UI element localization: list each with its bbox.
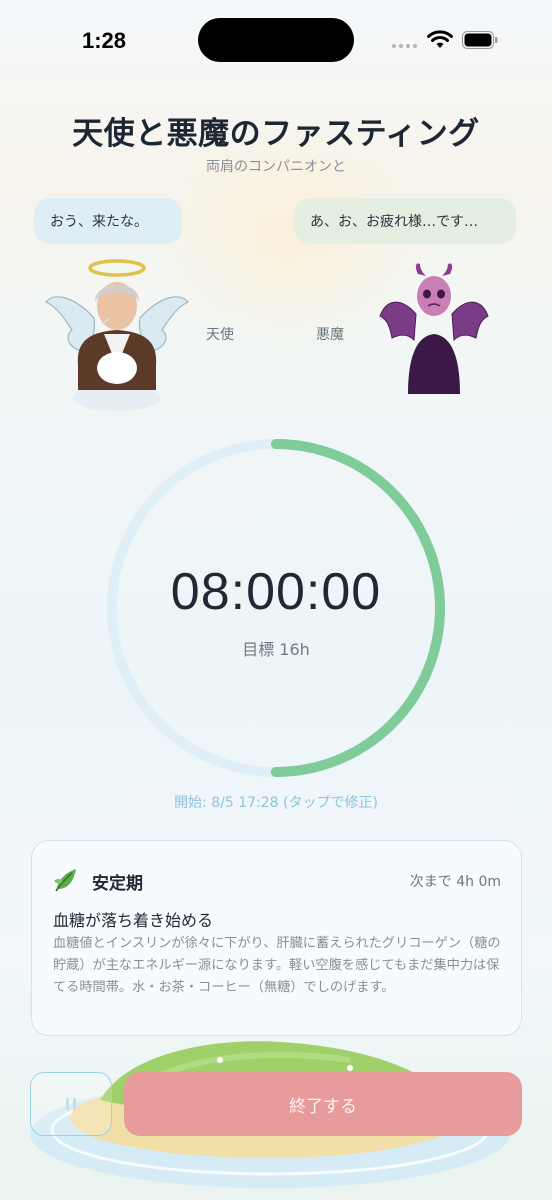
pause-button[interactable] [30,1072,112,1136]
battery-icon [462,31,498,49]
dynamic-island [198,18,354,62]
pause-icon [66,1098,76,1110]
status-time: 1:28 [82,28,127,53]
phase-description: 血糖値とインスリンが徐々に下がり、肝臓に蓄えられたグリコーゲン（糖の貯蔵）が主な… [53,936,501,995]
angel-speech-bubble: おう、来たな。 [34,198,182,244]
wifi-icon [427,30,453,48]
cellular-signal-icon [392,44,417,48]
phase-heading: 血糖が落ち着き始める [53,911,214,930]
leaf-icon [54,869,76,892]
phase-remaining: 次まで 4h 0m [409,874,501,890]
angel-label: 天使 [206,327,234,343]
status-bar: 1:28 [0,0,552,80]
page-title: 天使と悪魔のファスティング [72,116,480,152]
elapsed-time: 08:00:00 [170,563,382,621]
goal-label: 目標 16h [242,640,310,659]
end-fasting-button[interactable]: 終了する [124,1072,522,1136]
devil-label: 悪魔 [316,327,344,343]
devil-character-icon[interactable] [378,262,490,402]
page-subtitle: 両肩のコンパニオンと [206,159,346,175]
angel-character-icon[interactable] [44,256,190,414]
phase-name: 安定期 [92,874,143,894]
devil-speech-bubble: あ、お、お疲れ様…です… [294,198,516,244]
start-time-link[interactable]: 開始: 8/5 17:28 (タップで修正) [0,792,552,812]
phase-card: 安定期 次まで 4h 0m 血糖が落ち着き始める 血糖値とインスリンが徐々に下が… [31,840,522,1036]
